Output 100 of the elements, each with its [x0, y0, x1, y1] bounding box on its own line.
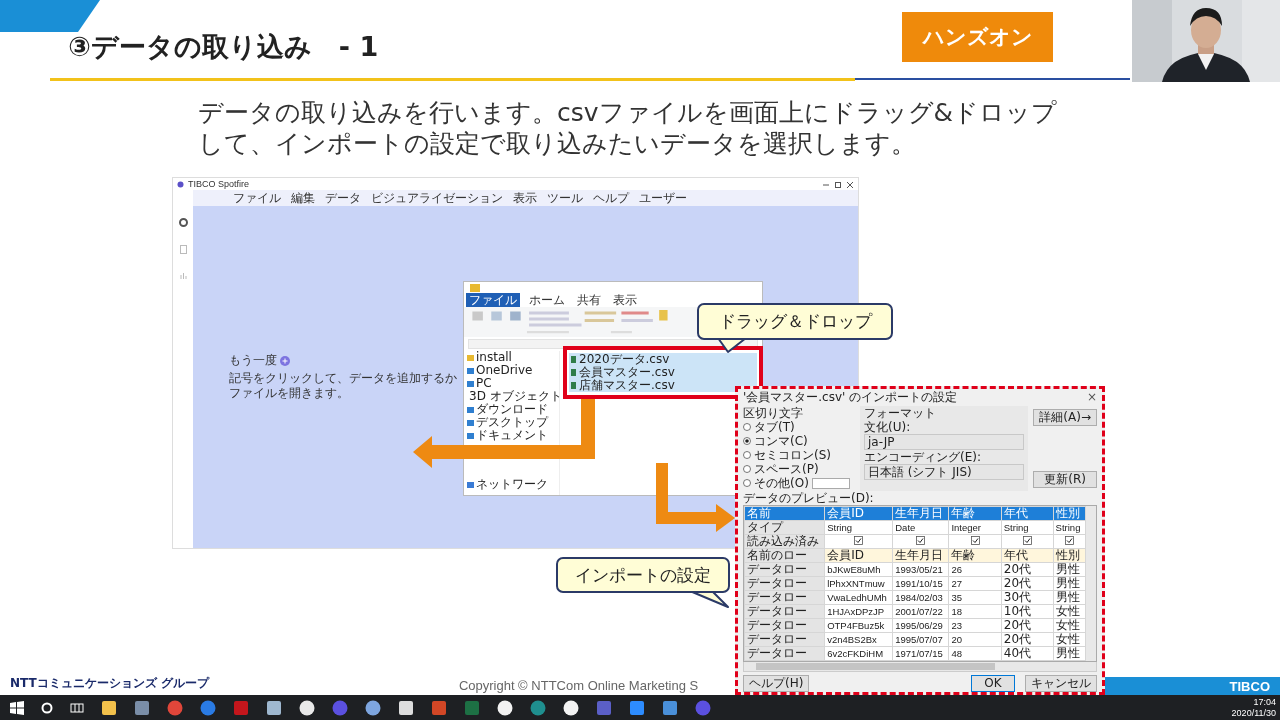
file-row[interactable]: 会員マスター.csv: [569, 366, 757, 379]
nav-item[interactable]: 3D オブジェクト: [469, 390, 562, 403]
table-cell: 20代: [1001, 618, 1054, 633]
column-header: 年齢: [948, 506, 1002, 521]
table-cell: 男性: [1053, 646, 1086, 661]
menu-item[interactable]: ファイル: [233, 189, 281, 207]
table-cell: 20: [948, 632, 1002, 647]
app-icon[interactable]: [497, 699, 513, 716]
scrollbar[interactable]: [1086, 506, 1096, 662]
radio-button[interactable]: [743, 423, 751, 431]
search-icon[interactable]: [41, 701, 53, 714]
table-cell: 女性: [1053, 604, 1086, 619]
nav-item[interactable]: PC: [476, 377, 492, 390]
nav-item[interactable]: OneDrive: [476, 364, 533, 377]
app-logo-icon: [177, 180, 184, 188]
type-dropdown[interactable]: String: [824, 520, 893, 535]
type-dropdown[interactable]: Date: [892, 520, 949, 535]
column-header: 性別: [1053, 506, 1086, 521]
table-cell: 男性: [1053, 562, 1086, 577]
table-cell: 女性: [1053, 632, 1086, 647]
dropdown[interactable]: 日本語 (シフト JIS): [864, 464, 1025, 480]
table-cell: 35: [948, 590, 1002, 605]
radio-label[interactable]: セミコロン(S): [754, 448, 831, 462]
checkbox[interactable]: [1022, 536, 1032, 546]
table-cell: 1971/07/15: [892, 646, 949, 661]
scrollbar[interactable]: [743, 662, 1097, 672]
menu-item[interactable]: 編集: [291, 189, 315, 207]
ribbon-tab[interactable]: ファイル: [466, 293, 520, 307]
close-icon[interactable]: [846, 180, 854, 188]
body-text: データの取り込みを行います。csvファイルを画面上にドラッグ&ドロップ: [198, 97, 1059, 128]
help-button[interactable]: ヘルプ(H): [743, 675, 810, 692]
cancel-button[interactable]: キャンセル: [1025, 675, 1097, 692]
table-cell: bJKwE8uMh: [824, 562, 893, 577]
menu-item[interactable]: ビジュアライゼーション: [371, 189, 503, 207]
menu-item[interactable]: データ: [325, 189, 361, 207]
maximize-icon[interactable]: [834, 180, 842, 188]
table-cell: OTP4FBuz5k: [824, 618, 893, 633]
nav-item[interactable]: デスクトップ: [476, 416, 548, 429]
file-name: 会員マスター.csv: [579, 366, 675, 379]
ribbon-tab[interactable]: 表示: [610, 293, 640, 307]
checkbox[interactable]: [916, 536, 926, 546]
table-cell: 1995/07/07: [892, 632, 949, 647]
nav-item[interactable]: ネットワーク: [476, 478, 548, 491]
menu-item[interactable]: 表示: [513, 189, 537, 207]
clock-date: 2020/11/30: [1231, 707, 1276, 719]
radio-button[interactable]: [743, 451, 751, 459]
table-cell: 18: [948, 604, 1002, 619]
type-dropdown[interactable]: Integer: [948, 520, 1002, 535]
radio-button[interactable]: [743, 437, 751, 445]
field-label: 文化(U):: [864, 420, 912, 434]
column-header: 会員ID: [824, 506, 893, 521]
radio-label[interactable]: スペース(P): [754, 462, 819, 476]
task-view-icon[interactable]: [70, 701, 84, 714]
slide-title: ③データの取り込み - 1: [68, 30, 379, 64]
type-dropdown[interactable]: String: [1001, 520, 1054, 535]
dropdown[interactable]: ja-JP: [864, 434, 1025, 450]
table-cell: 男性: [1053, 590, 1086, 605]
checkbox[interactable]: [970, 536, 980, 546]
app-icon[interactable]: [365, 699, 381, 716]
logo-text: TIBCO: [1229, 678, 1270, 694]
table-cell: 2001/07/22: [892, 604, 949, 619]
menu-item[interactable]: ユーザー: [639, 189, 687, 207]
column-header: 生年月日: [892, 506, 949, 521]
nav-item[interactable]: ドキュメント: [476, 429, 548, 442]
table-cell: 20代: [1001, 562, 1054, 577]
type-dropdown[interactable]: String: [1053, 520, 1086, 535]
menu-item[interactable]: ヘルプ: [593, 189, 629, 207]
nav-item[interactable]: ダウンロード: [476, 403, 548, 416]
ribbon-tab[interactable]: ホーム: [526, 293, 568, 307]
radio-label[interactable]: コンマ(C): [754, 434, 808, 448]
radio-label[interactable]: タブ(T): [754, 420, 795, 434]
table-cell: 1984/02/03: [892, 590, 949, 605]
file-row[interactable]: 店舗マスター.csv: [569, 379, 757, 392]
app-icon[interactable]: [266, 699, 282, 716]
table-cell: v2n4BS2Bx: [824, 632, 893, 647]
menu-item[interactable]: ツール: [547, 189, 583, 207]
clock-time: 17:04: [1253, 696, 1276, 708]
radio-button[interactable]: [743, 479, 751, 487]
ok-button[interactable]: OK: [971, 675, 1015, 692]
refresh-button[interactable]: 更新(R): [1033, 471, 1097, 489]
add-icon[interactable]: [280, 355, 290, 366]
radio-label[interactable]: その他(O): [754, 476, 809, 490]
radio-button[interactable]: [743, 465, 751, 473]
file-row[interactable]: 2020データ.csv: [569, 353, 757, 366]
details-button[interactable]: 詳細(A)→: [1033, 409, 1097, 426]
checkbox[interactable]: [854, 536, 864, 546]
group-label: 区切り文字: [743, 406, 804, 420]
nav-item[interactable]: install: [476, 351, 512, 364]
file-name: 店舗マスター.csv: [579, 379, 675, 392]
table-cell: 1991/10/15: [892, 576, 949, 591]
start-icon[interactable]: [10, 700, 24, 715]
app-icon[interactable]: [398, 699, 414, 716]
app-icon[interactable]: [299, 699, 315, 716]
checkbox[interactable]: [1064, 536, 1074, 546]
input-field[interactable]: [811, 477, 850, 489]
hint-text: 記号をクリックして、データを追加するかファイルを開きます。: [229, 371, 457, 401]
table-cell: 男性: [1053, 576, 1086, 591]
ribbon-tab[interactable]: 共有: [574, 293, 604, 307]
app-icon[interactable]: [563, 699, 579, 716]
close-button[interactable]: ×: [1086, 390, 1097, 404]
